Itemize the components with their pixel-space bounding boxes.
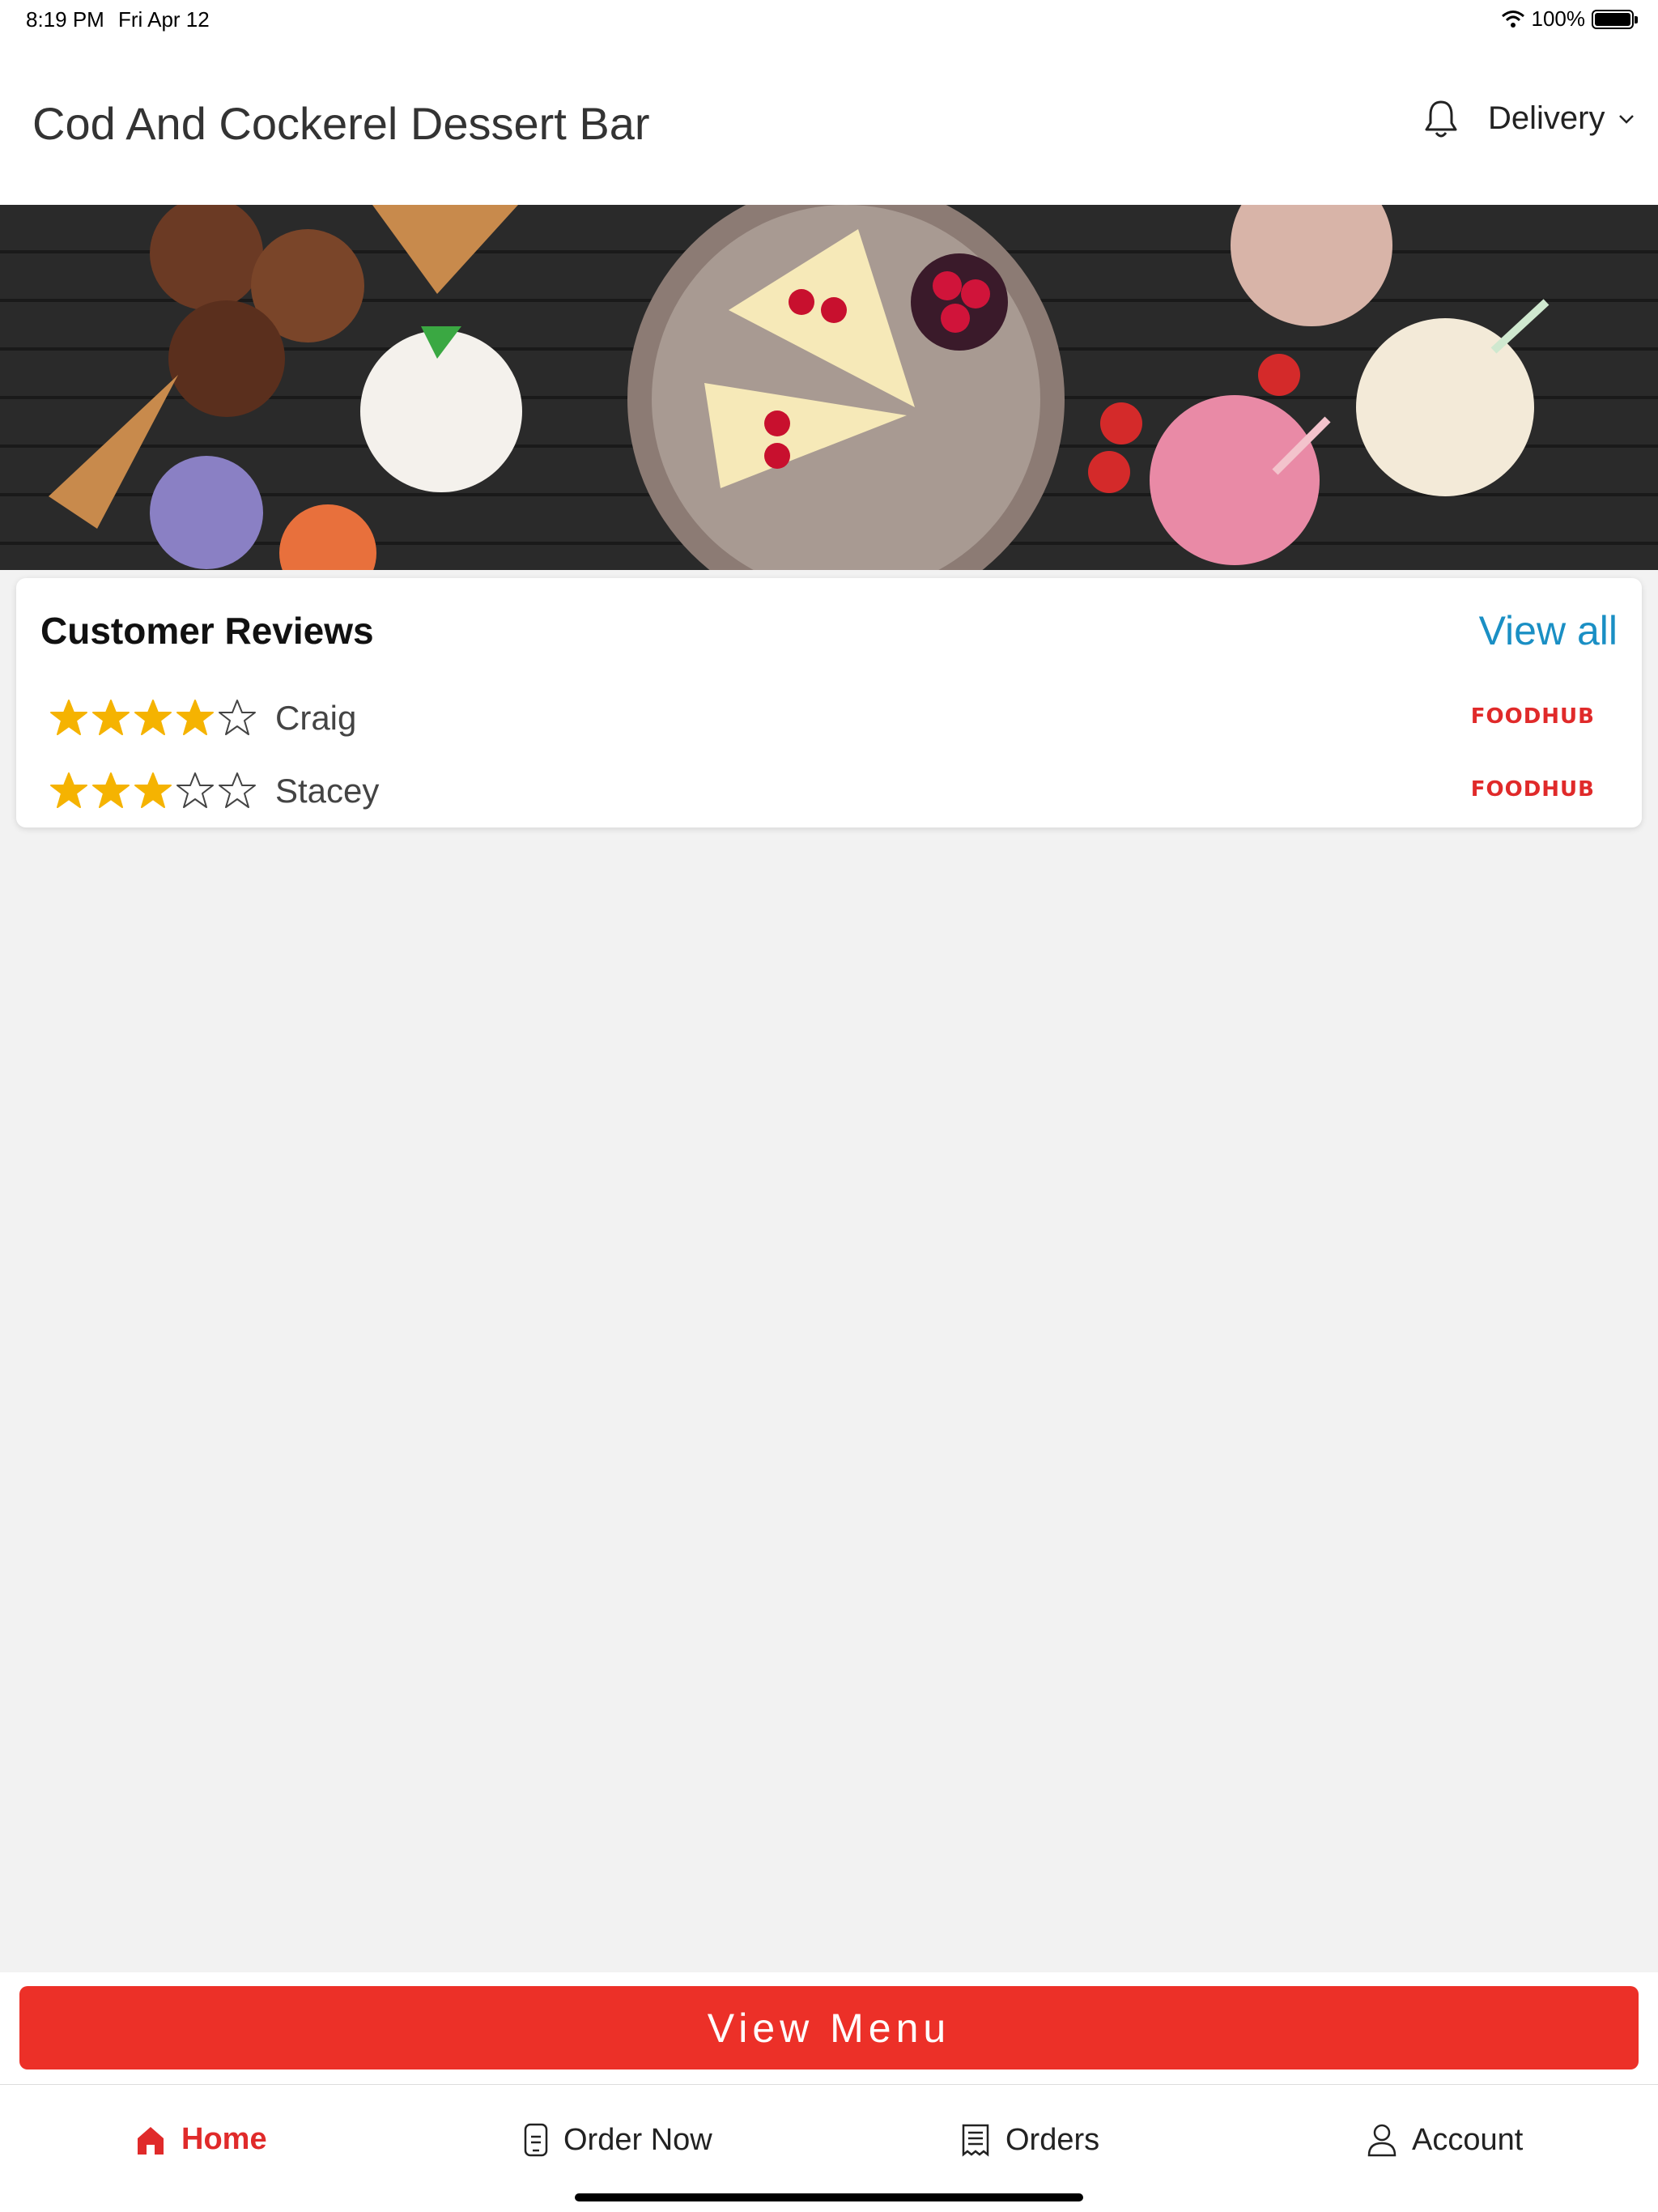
user-icon — [1367, 2124, 1397, 2157]
receipt-icon — [962, 2124, 989, 2157]
star-filled-icon — [134, 700, 172, 735]
status-time: 8:19 PM — [26, 7, 104, 32]
tab-order-now[interactable]: Order Now — [523, 2122, 712, 2158]
reviewer-name: Craig — [275, 699, 357, 737]
star-filled-icon — [92, 700, 130, 735]
bottom-tab-bar: Home Order Now Orders Account — [0, 2084, 1658, 2212]
home-indicator — [575, 2193, 1083, 2201]
star-rating — [49, 771, 257, 811]
foodhub-logo: FOODHUB — [1470, 704, 1595, 729]
home-icon — [138, 2126, 164, 2155]
status-bar: 8:19 PM Fri Apr 12 100% — [0, 0, 1658, 37]
view-all-link[interactable]: View all — [1479, 607, 1618, 654]
chevron-down-icon — [1619, 114, 1635, 124]
phone-order-icon — [524, 2123, 548, 2157]
review-row: Stacey — [49, 771, 379, 811]
status-date: Fri Apr 12 — [118, 7, 210, 32]
battery-percent: 100% — [1531, 6, 1586, 31]
review-row: Craig — [49, 698, 356, 738]
delivery-selector[interactable]: Delivery — [1488, 100, 1635, 137]
tab-label: Order Now — [563, 2122, 712, 2157]
star-filled-icon — [134, 772, 172, 808]
star-filled-icon — [50, 772, 87, 808]
restaurant-title: Cod And Cockerel Dessert Bar — [32, 98, 650, 149]
view-menu-bar: View Menu — [0, 1972, 1658, 2084]
banner-illustration — [0, 205, 1658, 570]
tab-account[interactable]: Account — [1367, 2122, 1523, 2158]
tab-home[interactable]: Home — [134, 2122, 267, 2157]
tab-label: Orders — [1005, 2122, 1100, 2157]
dessert-banner-image — [0, 205, 1658, 570]
wifi-icon — [1501, 10, 1524, 28]
tab-label: Account — [1412, 2122, 1524, 2157]
app-header: Cod And Cockerel Dessert Bar — [0, 37, 1658, 205]
tab-label: Home — [181, 2122, 267, 2156]
star-rating — [49, 698, 257, 738]
delivery-label: Delivery — [1488, 100, 1605, 136]
status-right: 100% — [1501, 6, 1638, 32]
star-empty-icon — [219, 772, 256, 808]
customer-reviews-card: Customer Reviews View all Craig FOODHUB … — [16, 578, 1642, 827]
star-filled-icon — [176, 700, 214, 735]
foodhub-logo: FOODHUB — [1470, 777, 1595, 802]
star-filled-icon — [92, 772, 130, 808]
view-menu-button[interactable]: View Menu — [19, 1986, 1639, 2069]
star-empty-icon — [219, 700, 256, 735]
reviews-title: Customer Reviews — [40, 610, 374, 652]
star-filled-icon — [50, 700, 87, 735]
reviewer-name: Stacey — [275, 772, 380, 810]
bell-icon[interactable] — [1423, 99, 1459, 139]
star-empty-icon — [176, 772, 214, 808]
battery-icon — [1592, 9, 1638, 29]
tab-orders[interactable]: Orders — [960, 2122, 1099, 2158]
